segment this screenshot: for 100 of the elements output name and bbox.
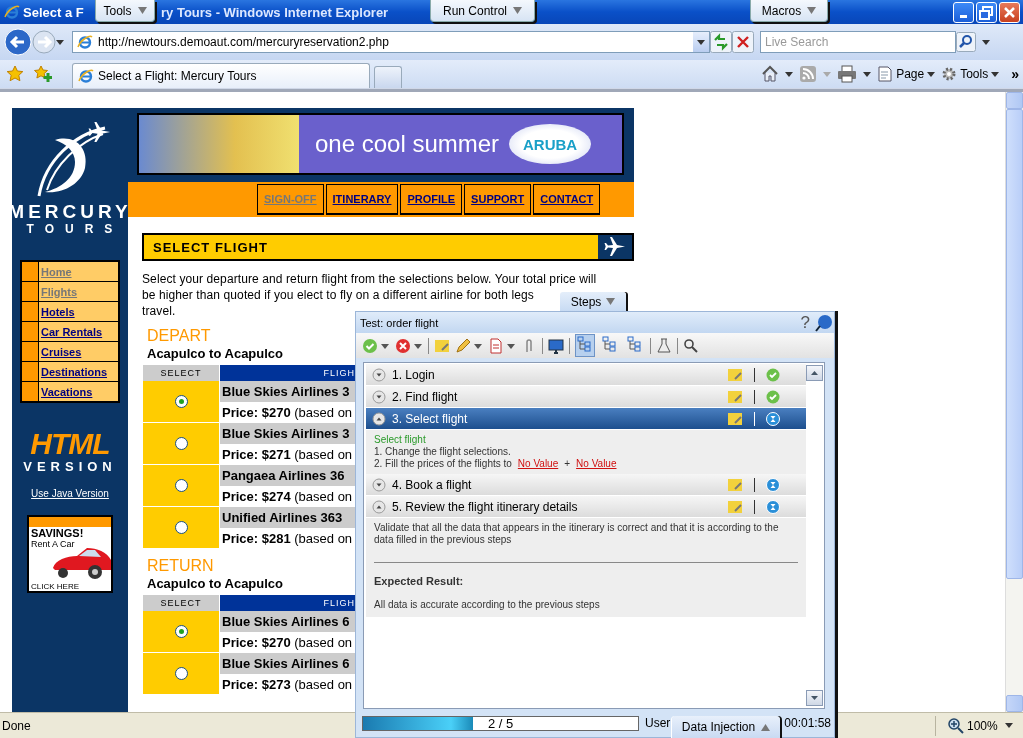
caret-icon[interactable] xyxy=(785,71,794,77)
radio-button[interactable] xyxy=(174,437,188,450)
print-icon[interactable] xyxy=(837,65,858,83)
browser-tab[interactable]: Select a Flight: Mercury Tours xyxy=(72,63,370,88)
note-icon[interactable] xyxy=(727,411,743,426)
dropdown-button[interactable] xyxy=(693,32,709,52)
data-injection-tab[interactable]: Data Injection xyxy=(672,716,780,738)
maximize-button[interactable] xyxy=(976,1,997,23)
tree-icon xyxy=(627,336,643,352)
pencil-dropdown-icon[interactable] xyxy=(455,337,483,354)
close-button[interactable] xyxy=(999,1,1020,23)
step-row[interactable]: 2. Find flight xyxy=(366,386,806,408)
tools-menu-button[interactable]: Tools xyxy=(941,66,1000,82)
note-icon[interactable] xyxy=(727,389,743,404)
nav-bullet xyxy=(22,262,38,281)
caret-icon xyxy=(137,7,147,14)
expand-icon[interactable] xyxy=(372,477,386,492)
nav-link[interactable]: Cruises xyxy=(41,345,82,358)
step-description: Validate that all the data that appears in the itinerary is correct and that it is according to the data filled in the previous steps xyxy=(374,522,780,547)
note-icon[interactable] xyxy=(727,477,743,492)
step-row[interactable]: 4. Book a flight xyxy=(366,474,806,496)
radio-button[interactable] xyxy=(174,521,188,534)
home-icon[interactable] xyxy=(761,65,780,83)
zoom-button[interactable]: 100% xyxy=(935,715,1023,736)
page-menu-button[interactable]: Page xyxy=(877,66,936,82)
search-icon[interactable] xyxy=(956,32,976,52)
help-button[interactable]: ? xyxy=(800,313,810,332)
flight-price: Price: $271 (based on xyxy=(221,446,354,464)
flask-icon[interactable] xyxy=(656,337,672,354)
collapse-icon[interactable] xyxy=(372,411,386,426)
add-favorite-icon[interactable] xyxy=(34,65,52,83)
more-commands-button[interactable]: » xyxy=(1011,66,1019,82)
step-row[interactable]: 5. Review the flight itinerary details xyxy=(366,496,806,518)
value-link[interactable]: No Value xyxy=(517,458,559,470)
up-arrow-icon xyxy=(811,371,818,375)
expand-icon[interactable] xyxy=(372,367,386,382)
tree-icon xyxy=(577,336,593,352)
user-label: User xyxy=(645,716,671,730)
flight-name: Blue Skies Airlines 3 xyxy=(220,381,355,402)
stop-icon[interactable] xyxy=(732,31,754,53)
ad-banner[interactable]: one cool summer ARUBA xyxy=(137,113,624,175)
nav-link[interactable]: Vacations xyxy=(41,385,93,398)
back-button-icon[interactable] xyxy=(4,28,32,56)
expected-result-text: All data is accurate according to the previous steps xyxy=(374,599,601,612)
collapse-icon[interactable] xyxy=(372,499,386,514)
flight-name: Unified Airlines 363 xyxy=(220,507,355,528)
step-row[interactable]: 3. Select flight xyxy=(366,408,806,430)
search-icon[interactable] xyxy=(683,337,699,354)
note-icon[interactable] xyxy=(434,337,450,354)
column-header: FLIGH xyxy=(220,365,355,381)
nav-bullet xyxy=(22,382,38,401)
fail-dropdown-icon[interactable] xyxy=(395,337,423,354)
intro-text: be higher than quoted if you elect to fly on a different airline for both legs xyxy=(142,287,534,303)
steps-tab[interactable]: Steps xyxy=(560,292,626,311)
logo-text: VERSION xyxy=(23,459,117,474)
column-header: SELECT xyxy=(143,365,219,381)
page-icon xyxy=(877,66,894,82)
macros-tab[interactable]: Macros xyxy=(750,0,828,22)
nav-link[interactable]: Destinations xyxy=(41,365,107,378)
monitor-icon[interactable] xyxy=(548,337,564,354)
expand-icon[interactable] xyxy=(372,389,386,404)
nav-link[interactable]: Hotels xyxy=(41,305,75,318)
ad-text: CLICK HERE xyxy=(31,582,79,591)
flight-price: Price: $274 (based on xyxy=(221,488,354,506)
value-link[interactable]: No Value xyxy=(576,458,617,470)
document-dropdown-icon[interactable] xyxy=(488,337,516,354)
step-row[interactable]: 1. Login xyxy=(366,364,806,386)
nav-bullet xyxy=(22,282,38,301)
pass-dropdown-icon[interactable] xyxy=(362,337,390,354)
nav-bullet xyxy=(22,342,38,361)
radio-button[interactable] xyxy=(174,667,188,680)
scroll-up-button[interactable] xyxy=(806,365,823,381)
scroll-down-button[interactable] xyxy=(806,690,823,706)
down-arrow-icon xyxy=(811,696,818,700)
banner-text: one cool summer xyxy=(315,130,500,158)
route-text: Acapulco to Acapulco xyxy=(147,575,284,593)
search-field[interactable]: Live Search xyxy=(760,31,956,53)
caret-icon[interactable] xyxy=(863,71,872,77)
radio-button[interactable] xyxy=(174,395,188,408)
radio-button[interactable] xyxy=(174,479,188,492)
java-version-link[interactable]: Use Java Version xyxy=(31,488,109,499)
step-instruction: 1. Change the flight selections. xyxy=(374,446,512,458)
note-icon[interactable] xyxy=(727,367,743,382)
caret-icon[interactable] xyxy=(56,39,64,45)
address-field[interactable]: http://newtours.demoaut.com/mercuryreservation2.php xyxy=(72,31,710,53)
tools-tab[interactable]: Tools xyxy=(95,0,155,22)
run-control-tab[interactable]: Run Control xyxy=(430,0,535,22)
scrollbar[interactable] xyxy=(1005,92,1023,712)
car-rental-ad[interactable]: SAVINGS! Rent A Car CLICK HERE xyxy=(27,515,113,593)
nav-link[interactable]: Car Rentals xyxy=(41,325,103,338)
intro-text: Select your departure and return flight from the selections below. Your total price will xyxy=(142,271,597,287)
radio-button[interactable] xyxy=(174,625,188,638)
flight-name: Blue Skies Airlines 6 xyxy=(220,653,355,674)
favorites-star-icon[interactable] xyxy=(6,65,24,83)
column-header: SELECT xyxy=(143,595,219,611)
logo-text: TOURS xyxy=(26,222,124,236)
minimize-button[interactable] xyxy=(953,1,974,23)
pin-icon[interactable] xyxy=(814,313,834,332)
caret-icon[interactable] xyxy=(982,39,990,45)
note-icon[interactable] xyxy=(727,499,743,514)
